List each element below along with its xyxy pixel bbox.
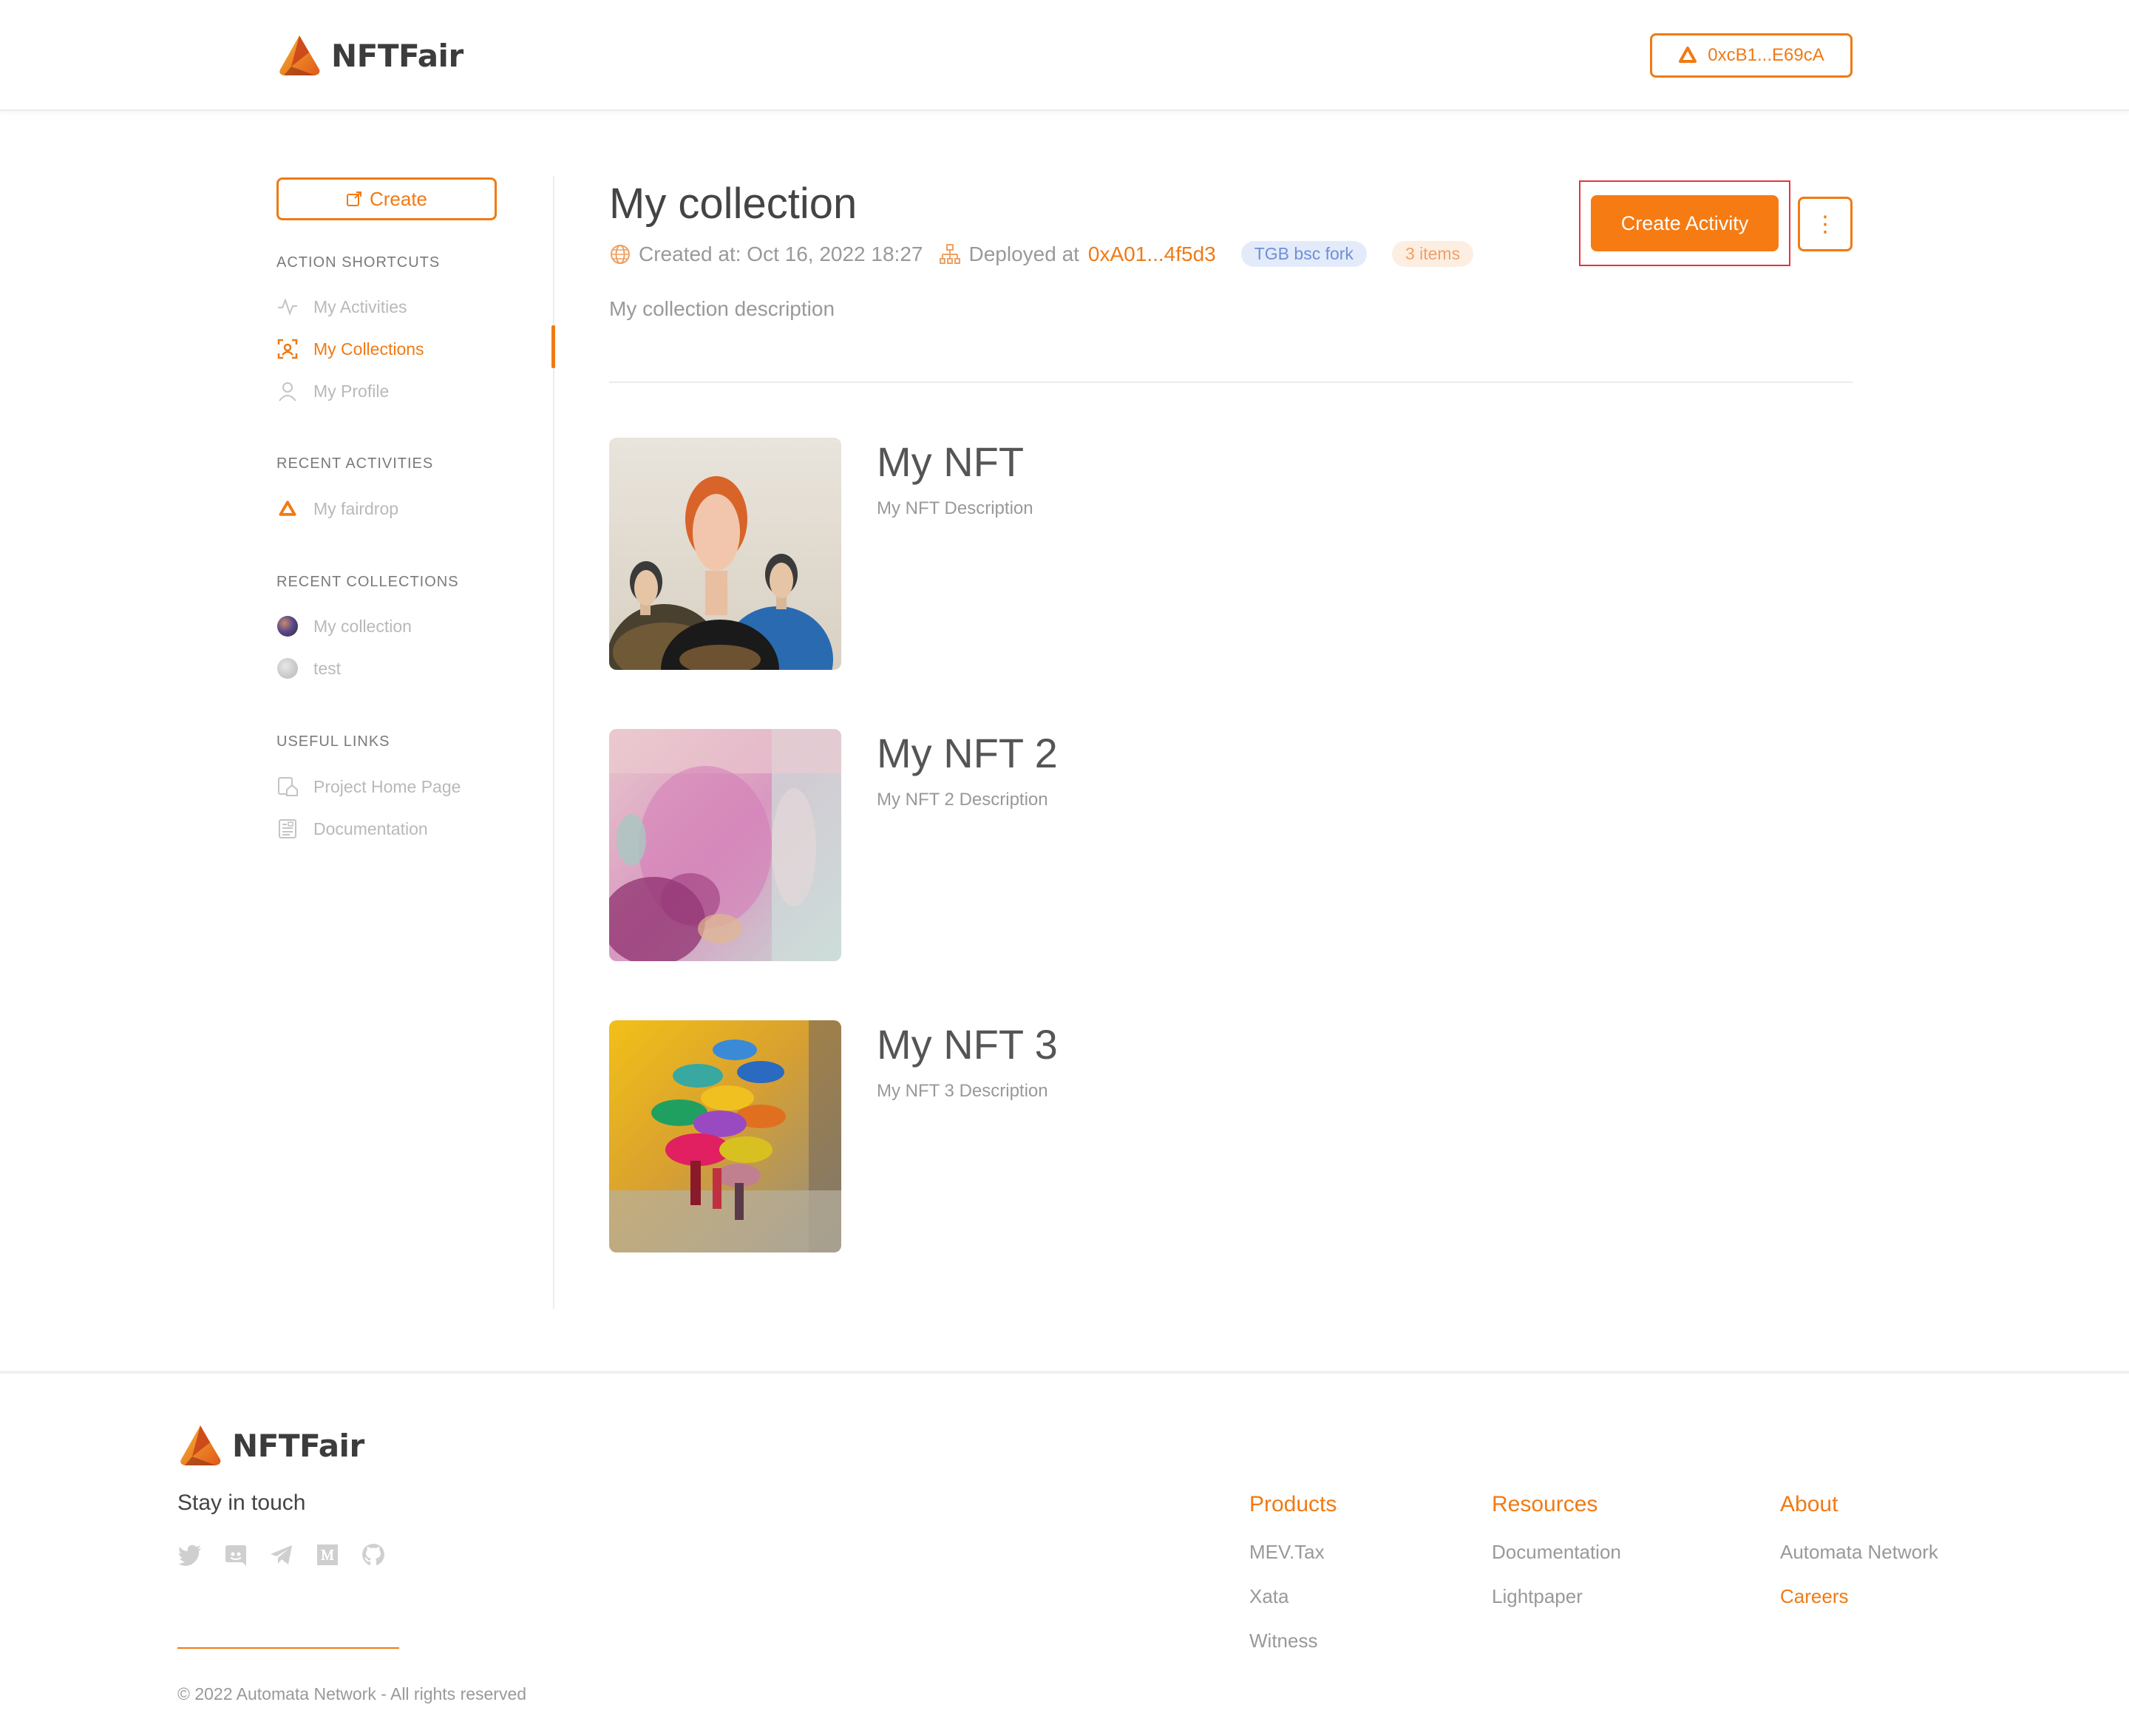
sidebar-item-test[interactable]: test [276,656,341,681]
sidebar-item-my-collections[interactable]: My Collections [276,336,424,362]
collection-description: My collection description [609,297,835,320]
footer-column-products: Products MEV.Tax Xata Witness [1249,1492,1337,1674]
section-title-useful-links: USEFUL LINKS [276,733,390,750]
footer: NFTFair Stay in touch © 2022 Automata Ne… [0,1371,2129,1736]
sidebar-item-my-activities[interactable]: My Activities [276,294,407,319]
activity-icon [276,296,299,318]
sidebar-item-label: My Collections [313,339,424,359]
section-title-recent-activities: RECENT ACTIVITIES [276,455,434,472]
document-icon [276,818,299,840]
nft-image[interactable] [609,729,841,961]
home-page-icon [276,776,299,798]
footer-link[interactable]: Witness [1249,1630,1337,1674]
footer-link[interactable]: Automata Network [1780,1541,1938,1585]
collection-avatar [277,658,298,679]
nft-card[interactable]: My NFT 2 My NFT 2 Description [609,729,1348,961]
sidebar-item-label: Project Home Page [313,776,461,796]
footer-heading: About [1780,1492,1838,1516]
discord-icon[interactable] [223,1542,248,1567]
footer-column-resources: Resources Documentation Lightpaper [1492,1492,1621,1630]
create-label: Create [369,187,428,210]
nft-name: My NFT [877,438,1025,485]
footer-heading: Products [1249,1492,1337,1516]
twitter-icon[interactable] [177,1542,203,1567]
footer-heading: Resources [1492,1492,1598,1516]
wallet-address: 0xcB1...E69cA [1708,45,1824,65]
section-title-action-shortcuts: ACTION SHORTCUTS [276,254,441,271]
brand-name: NFTFair [232,1427,364,1464]
sidebar-item-project-home-page[interactable]: Project Home Page [276,774,461,799]
automata-icon [1679,47,1697,63]
footer-link[interactable]: Careers [1780,1585,1938,1630]
page-title: My collection [609,180,858,228]
nft-image[interactable] [609,1020,841,1252]
create-activity-button[interactable]: Create Activity [1591,195,1779,251]
footer-link[interactable]: MEV.Tax [1249,1541,1337,1585]
sidebar-item-my-collection[interactable]: My collection [276,614,412,639]
divider [609,382,1853,383]
created-at: Created at: Oct 16, 2022 18:27 [639,242,923,265]
network-badge: TGB bsc fork [1240,241,1367,267]
sidebar-item-label: My fairdrop [313,498,399,518]
brand-name: NFTFair [331,37,464,74]
sidebar-item-label: Documentation [313,818,428,838]
footer-divider [177,1647,399,1649]
nftfair-logo-icon [180,1425,221,1465]
collection-meta: Created at: Oct 16, 2022 18:27 Deployed … [609,241,1474,267]
social-links [177,1542,386,1567]
github-icon[interactable] [361,1542,386,1567]
nft-name: My NFT 3 [877,1021,1058,1068]
sidebar-item-my-fairdrop[interactable]: My fairdrop [276,496,398,521]
hierarchy-icon [940,243,961,264]
active-indicator [551,325,555,368]
sidebar-item-label: test [313,658,342,678]
sidebar-item-label: My Profile [313,381,390,401]
footer-column-about: About Automata Network Careers [1780,1492,1938,1630]
sidebar-item-label: My collection [313,616,412,636]
sidebar-item-documentation[interactable]: Documentation [276,816,428,841]
section-title-recent-collections: RECENT COLLECTIONS [276,574,459,590]
nft-description: My NFT 3 Description [877,1081,1048,1101]
items-count-badge: 3 items [1391,241,1474,267]
nft-name: My NFT 2 [877,730,1058,776]
globe-icon [611,244,630,264]
footer-logo[interactable]: NFTFair [177,1423,364,1468]
collection-avatar [277,616,298,637]
deployed-label: Deployed at [968,242,1079,265]
nft-description: My NFT Description [877,498,1033,518]
nft-description: My NFT 2 Description [877,790,1048,810]
nft-image[interactable] [609,438,841,670]
nftfair-logo[interactable]: NFTFair [276,33,464,78]
create-icon [346,191,361,206]
more-options-button[interactable]: ⋮ [1798,197,1853,251]
footer-link[interactable]: Xata [1249,1585,1337,1630]
nft-card[interactable]: My NFT My NFT Description [609,438,1348,670]
collections-icon [276,338,299,360]
nftfair-logo-icon [279,35,320,75]
stay-in-touch: Stay in touch [177,1491,306,1515]
sidebar-item-my-profile[interactable]: My Profile [276,379,389,404]
nft-card[interactable]: My NFT 3 My NFT 3 Description [609,1020,1348,1252]
top-header: NFTFair 0xcB1...E69cA [0,0,2129,111]
telegram-icon[interactable] [269,1542,294,1567]
footer-link[interactable]: Lightpaper [1492,1585,1621,1630]
wallet-address-button[interactable]: 0xcB1...E69cA [1650,33,1853,78]
sidebar-item-label: My Activities [313,296,407,316]
copyright: © 2022 Automata Network - All rights res… [177,1684,527,1703]
deployed-address-link[interactable]: 0xA01...4f5d3 [1088,243,1216,266]
create-button[interactable]: Create [276,177,497,220]
medium-icon[interactable] [315,1542,340,1567]
profile-icon [276,380,299,402]
sidebar: Create ACTION SHORTCUTS My Activities My… [276,176,555,1309]
automata-icon [276,498,299,520]
footer-link[interactable]: Documentation [1492,1541,1621,1585]
